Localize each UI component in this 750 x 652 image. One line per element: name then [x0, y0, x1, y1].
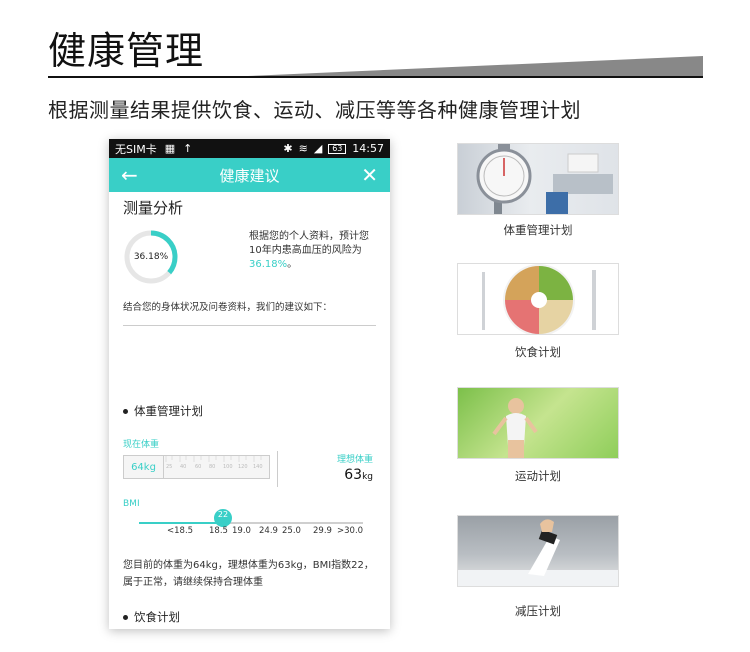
- exercise-image[interactable]: [457, 387, 619, 459]
- bmi-scale: [139, 509, 363, 527]
- risk-description: 根据您的个人资料，预计您10年内患高血压的风险为 36.18%。: [249, 230, 379, 272]
- current-weight-ruler: 64kg 25 40 60 80 100 120 140: [123, 455, 270, 479]
- carrier-label: 无SIM卡: [115, 142, 157, 156]
- diet-plate-image[interactable]: [457, 263, 619, 335]
- ideal-weight-value: 63: [344, 467, 363, 483]
- advice-content: 测量分析 36.18% 根据您的个人资料，预计您10年内患高血压的风险为 36.1…: [109, 197, 390, 629]
- ruler-tick: 140: [253, 464, 263, 470]
- ruler-tick: 25: [166, 464, 173, 470]
- weight-summary: 您目前的体重为64kg，理想体重为63kg，BMI指数22，属于正常，请继续保持…: [123, 560, 374, 588]
- diet-plan-title: 饮食计划: [134, 610, 180, 624]
- battery-level: 63: [332, 144, 343, 153]
- weight-plan-caption: 体重管理计划: [503, 223, 573, 237]
- exercise-plan-caption: 运动计划: [515, 469, 561, 483]
- battery-icon: 63: [328, 143, 347, 154]
- advice-intro: 结合您的身体状况及问卷资料，我们的建议如下：: [123, 302, 333, 313]
- ruler-tick: 40: [180, 464, 187, 470]
- weight-ruler-scale: 25 40 60 80 100 120 140: [164, 456, 269, 478]
- weight-scale-image[interactable]: [457, 143, 619, 215]
- bmi-tick: 24.9: [259, 526, 278, 536]
- divider: [123, 325, 376, 326]
- clock: 14:57: [352, 142, 384, 155]
- ideal-weight-unit: kg: [362, 472, 373, 482]
- ideal-weight-label: 理想体重: [336, 455, 373, 465]
- risk-gauge-value: 36.18%: [133, 252, 169, 262]
- ruler-tick: 80: [209, 464, 216, 470]
- page-subtitle: 根据测量结果提供饮食、运动、减压等等各种健康管理计划: [48, 98, 581, 122]
- wifi-icon: ≋: [298, 142, 308, 155]
- vertical-divider: [277, 451, 278, 487]
- title-underline: [48, 56, 703, 78]
- risk-value: 36.18%: [249, 259, 288, 270]
- bmi-tick: 25.0: [282, 526, 301, 536]
- analysis-heading: 测量分析: [123, 199, 184, 217]
- upload-icon: ↑: [183, 142, 193, 155]
- risk-suffix: 。: [287, 259, 298, 270]
- ruler-tick: 100: [223, 464, 233, 470]
- diet-plan-caption: 饮食计划: [515, 345, 561, 359]
- status-bar: 无SIM卡 ▦ ↑ ✱ ≋ ◢ 63 14:57: [109, 139, 390, 158]
- current-weight-label: 现在体重: [123, 440, 160, 450]
- app-bar: ← 健康建议 ✕: [109, 158, 390, 192]
- qr-icon: ▦: [164, 142, 176, 155]
- ideal-weight: 理想体重 63kg: [309, 452, 373, 483]
- ruler-tick: 120: [238, 464, 248, 470]
- arrow-left-icon[interactable]: ←: [121, 165, 138, 185]
- bmi-marker-value: 22: [217, 510, 229, 519]
- bullet-icon: [123, 614, 128, 620]
- stress-relief-image[interactable]: [457, 515, 619, 587]
- bmi-tick: <18.5: [167, 526, 194, 536]
- current-weight-value: 64kg: [124, 456, 164, 478]
- signal-icon: ◢: [313, 142, 323, 155]
- bluetooth-icon: ✱: [283, 142, 293, 155]
- bullet-icon: [123, 408, 128, 414]
- app-bar-title: 健康建议: [219, 166, 280, 185]
- close-icon[interactable]: ✕: [361, 165, 378, 185]
- risk-description-text: 根据您的个人资料，预计您10年内患高血压的风险为: [249, 231, 369, 256]
- weight-plan-title: 体重管理计划: [134, 404, 203, 418]
- bmi-tick: 29.9: [313, 526, 332, 536]
- bmi-tick: >30.0: [337, 526, 364, 536]
- bmi-tick: 19.0: [232, 526, 251, 536]
- phone-screenshot: 无SIM卡 ▦ ↑ ✱ ≋ ◢ 63 14:57 ← 健康建议 ✕ 测量分析 3…: [109, 139, 390, 629]
- ruler-tick: 60: [195, 464, 202, 470]
- diet-plan-heading: 饮食计划: [123, 609, 180, 625]
- bmi-tick: 18.5: [209, 526, 228, 536]
- stress-plan-caption: 减压计划: [515, 604, 561, 618]
- weight-plan-heading: 体重管理计划: [123, 403, 203, 419]
